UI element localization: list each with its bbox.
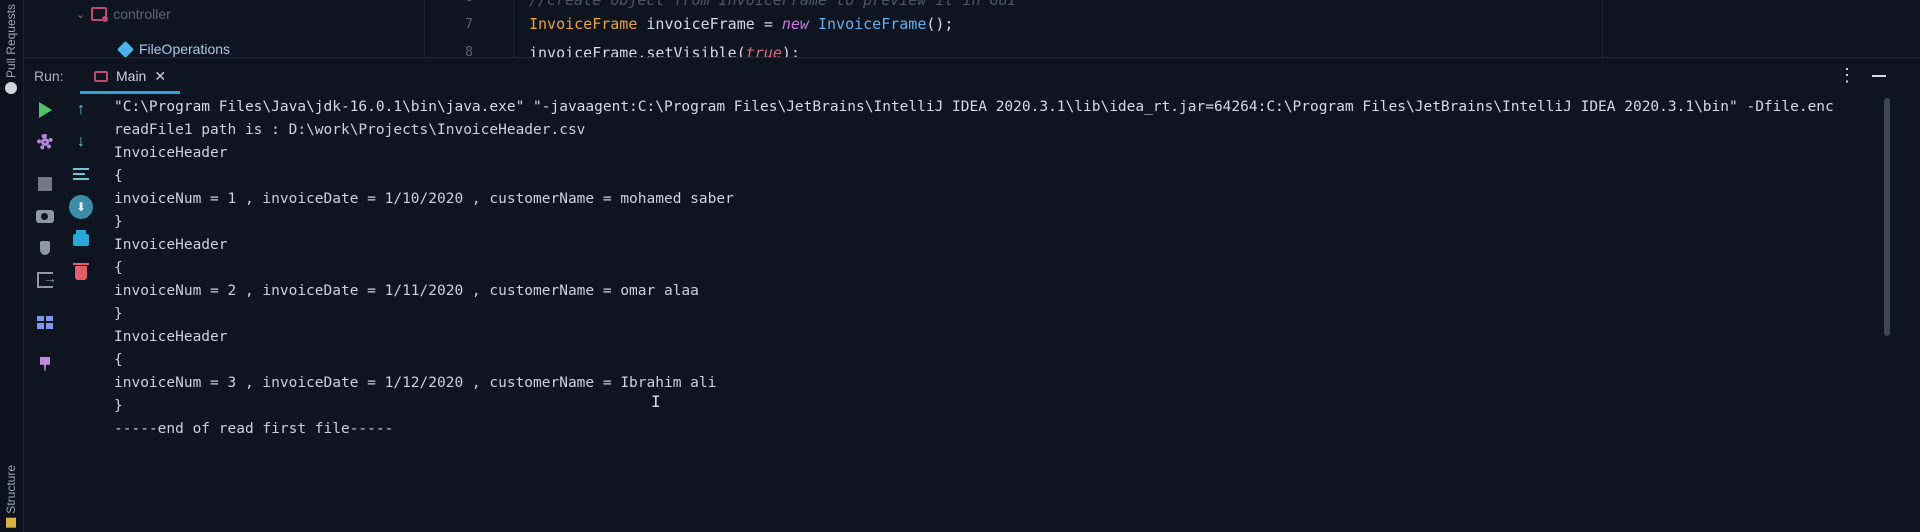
console-scrollbar[interactable]: [1884, 98, 1890, 336]
run-toolbar-primary: [30, 93, 60, 532]
package-icon: [91, 7, 109, 22]
structure-icon: [6, 518, 16, 528]
console-line: {: [114, 352, 123, 368]
code-line-comment: //Create object from InvoiceFrame to pre…: [529, 0, 1017, 9]
structure-label: Structure: [4, 465, 18, 514]
attach-debugger-button[interactable]: [30, 234, 60, 262]
settings-button[interactable]: [30, 128, 60, 156]
dump-threads-button[interactable]: [30, 202, 60, 230]
print-icon: [73, 230, 89, 246]
exit-icon: [37, 270, 57, 288]
tab-main[interactable]: Main ✕: [80, 58, 181, 94]
console-line: readFile1 path is : D:\work\Projects\Inv…: [114, 122, 586, 138]
up-stack-trace-button[interactable]: ↑: [66, 96, 96, 124]
pin-icon: [40, 357, 50, 371]
pull-requests-label: Pull Requests: [4, 4, 18, 79]
stop-icon: [38, 177, 52, 191]
layout-button[interactable]: [30, 308, 60, 336]
code-token-keyword: new: [781, 15, 809, 33]
clear-all-button[interactable]: [66, 259, 96, 287]
code-token-type: InvoiceFrame: [529, 15, 638, 33]
github-icon: [5, 82, 17, 95]
console-line: {: [114, 168, 123, 184]
console-line: InvoiceHeader: [114, 237, 228, 253]
rerun-button[interactable]: [30, 96, 60, 124]
minimize-icon[interactable]: [1872, 75, 1886, 77]
console-line: InvoiceHeader: [114, 145, 228, 161]
run-toolwindow-header: Run: Main ✕ ⋮: [24, 57, 1920, 94]
console-line: }: [114, 306, 123, 322]
code-token-punc: =: [763, 15, 782, 33]
camera-icon: [36, 209, 54, 223]
line-number: 7: [465, 17, 473, 32]
console-line: {: [114, 260, 123, 276]
gear-icon: [37, 134, 53, 150]
tree-item-label: FileOperations: [139, 41, 231, 57]
line-number: 6: [465, 0, 473, 5]
plug-icon: [40, 241, 50, 255]
trash-icon: [73, 263, 89, 280]
scroll-to-end-button[interactable]: ⬇: [66, 193, 96, 221]
console-line: InvoiceHeader: [114, 329, 228, 345]
left-tool-strip: Pull Requests Structure: [0, 0, 24, 532]
code-editor[interactable]: //Create object from InvoiceFrame to pre…: [529, 0, 1569, 62]
soft-wrap-icon: [73, 168, 89, 180]
code-token-var: invoiceFrame: [637, 15, 764, 33]
exit-button[interactable]: [30, 266, 60, 294]
code-line: InvoiceFrame invoiceFrame = new InvoiceF…: [529, 15, 953, 33]
console-line: invoiceNum = 1 , invoiceDate = 1/10/2020…: [114, 191, 734, 207]
run-label: Run:: [34, 68, 64, 84]
console-line: }: [114, 214, 123, 230]
console-line: -----end of read first file-----: [114, 421, 394, 437]
console-line: }: [114, 398, 123, 414]
text-cursor-icon: I: [651, 392, 661, 411]
tab-label: Main: [116, 68, 147, 84]
editor-strip: ⌄ controller FileOperations 6 7 8 //Crea…: [24, 0, 1920, 62]
console-line-command: "C:\Program Files\Java\jdk-16.0.1\bin\ja…: [114, 99, 1834, 115]
run-config-icon: [94, 70, 108, 82]
stop-button[interactable]: [30, 170, 60, 198]
arrow-down-icon: ↓: [77, 133, 85, 150]
class-icon: [117, 40, 134, 58]
console-line: invoiceNum = 2 , invoiceDate = 1/11/2020…: [114, 283, 699, 299]
run-toolbar-secondary: ↑ ↓ ⬇: [66, 93, 96, 532]
line-gutter: 6 7 8: [424, 0, 514, 60]
chevron-down-icon[interactable]: ⌄: [76, 8, 85, 21]
print-button[interactable]: [66, 226, 96, 254]
down-stack-trace-button[interactable]: ↓: [66, 128, 96, 156]
tree-item-controller[interactable]: ⌄ controller: [76, 2, 171, 26]
play-icon: [38, 102, 52, 118]
code-token-class: InvoiceFrame: [808, 15, 927, 33]
pin-tab-button[interactable]: [30, 350, 60, 378]
console-output[interactable]: "C:\Program Files\Java\jdk-16.0.1\bin\ja…: [112, 93, 1880, 532]
console-line: invoiceNum = 3 , invoiceDate = 1/12/2020…: [114, 375, 717, 391]
more-options-icon[interactable]: ⋮: [1838, 65, 1856, 86]
pull-requests-tab[interactable]: Pull Requests: [4, 4, 18, 95]
layout-icon: [37, 315, 53, 329]
right-margin-guide: [1602, 0, 1603, 57]
scroll-to-end-icon: ⬇: [69, 195, 93, 219]
tree-item-label: controller: [113, 6, 171, 22]
soft-wrap-button[interactable]: [66, 160, 96, 188]
arrow-up-icon: ↑: [77, 101, 85, 118]
close-icon[interactable]: ✕: [154, 68, 166, 85]
structure-tab[interactable]: Structure: [4, 465, 18, 528]
project-tree: ⌄ controller FileOperations: [24, 0, 424, 58]
code-token-punc: ();: [926, 15, 954, 33]
